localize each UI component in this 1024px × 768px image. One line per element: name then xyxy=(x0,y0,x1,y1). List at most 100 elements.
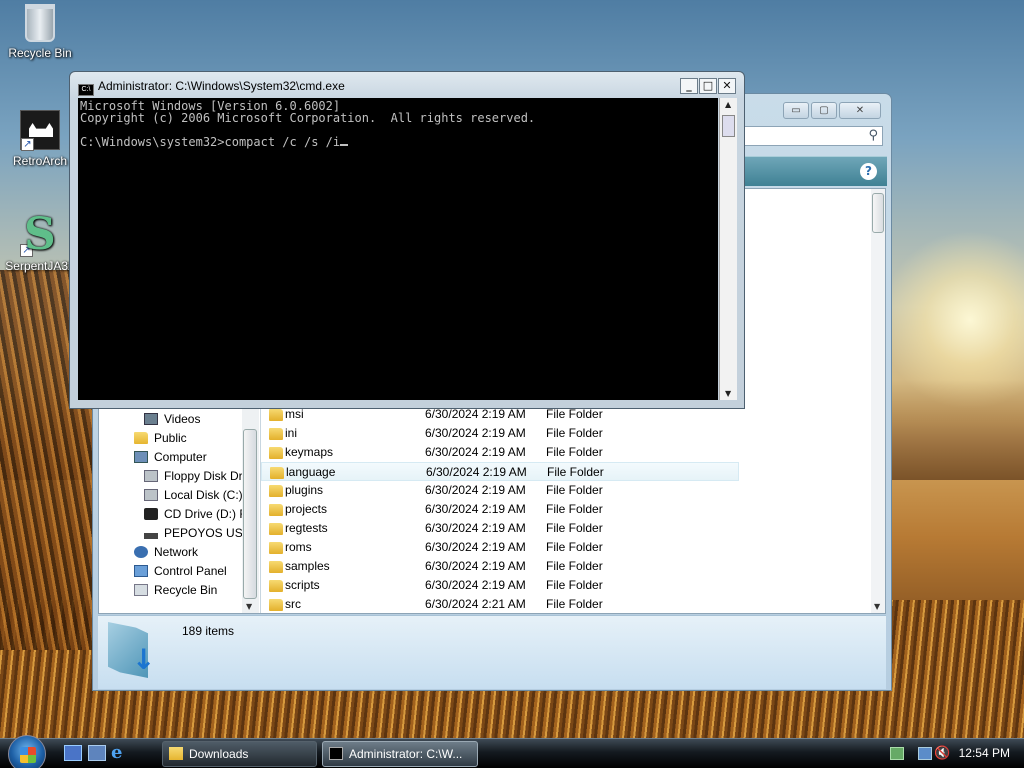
window-controls: ▭ ▢ ✕ xyxy=(783,102,881,119)
minimize-button[interactable]: ▭ xyxy=(783,102,809,119)
scroll-down-icon[interactable]: ▼ xyxy=(725,389,731,398)
file-row[interactable]: src 6/30/2024 2:21 AM File Folder xyxy=(261,595,739,614)
network-icon xyxy=(134,546,148,558)
desktop-icon-label: RetroArch xyxy=(12,154,68,168)
usb-drive-icon xyxy=(144,533,158,539)
file-date: 6/30/2024 2:19 AM xyxy=(425,445,526,459)
file-row[interactable]: samples 6/30/2024 2:19 AM File Folder xyxy=(261,557,739,576)
folder-icon xyxy=(270,467,284,479)
nav-item-label: PEPOYOS USB xyxy=(164,526,242,540)
desktop-icon-recycle-bin[interactable]: Recycle Bin xyxy=(0,4,80,60)
nav-item-local-disk[interactable]: Local Disk (C:) xyxy=(144,486,242,505)
file-name: ini xyxy=(285,426,298,440)
nav-item-control-panel[interactable]: Control Panel xyxy=(134,562,227,581)
console-prompt-line: C:\Windows\system32>compact /c /s /i xyxy=(80,136,716,148)
close-button[interactable]: ✕ xyxy=(839,102,881,119)
network-status-icon[interactable] xyxy=(918,747,932,760)
folder-icon xyxy=(269,447,283,459)
desktop-icon-retroarch[interactable]: ↗ RetroArch xyxy=(0,110,80,168)
maximize-button[interactable]: ▢ xyxy=(811,102,837,119)
hard-disk-icon xyxy=(144,489,158,501)
file-date: 6/30/2024 2:19 AM xyxy=(426,465,527,479)
file-row[interactable]: keymaps 6/30/2024 2:19 AM File Folder xyxy=(261,443,739,462)
start-button[interactable] xyxy=(8,735,46,768)
file-row[interactable]: roms 6/30/2024 2:19 AM File Folder xyxy=(261,538,739,557)
scrollbar-thumb[interactable] xyxy=(872,193,884,233)
nav-item-label: Recycle Bin xyxy=(154,583,218,597)
nav-item-network[interactable]: Network xyxy=(134,543,198,562)
cmd-window[interactable]: C:\ Administrator: C:\Windows\System32\cm… xyxy=(69,71,745,409)
folder-icon xyxy=(269,504,283,516)
file-row[interactable]: language 6/30/2024 2:19 AM File Folder xyxy=(261,462,739,481)
file-date: 6/30/2024 2:19 AM xyxy=(425,502,526,516)
file-name: regtests xyxy=(285,521,328,535)
scroll-down-icon[interactable]: ▼ xyxy=(874,602,880,611)
cmd-icon xyxy=(329,747,343,760)
text-cursor xyxy=(340,136,349,146)
nav-item-usb[interactable]: PEPOYOS USB xyxy=(144,524,242,543)
scrollbar-thumb[interactable] xyxy=(243,429,257,599)
taskbar-button-label: Downloads xyxy=(189,747,249,761)
desktop-icon-label: Recycle Bin xyxy=(8,46,72,60)
taskbar: e Downloads Administrator: C:\W... 🔇 12:… xyxy=(0,735,1024,768)
nav-item-recycle-bin[interactable]: Recycle Bin xyxy=(134,581,217,600)
show-desktop-icon[interactable] xyxy=(64,745,82,761)
nav-item-public[interactable]: Public xyxy=(134,429,187,448)
file-name: projects xyxy=(285,502,328,516)
scroll-down-icon[interactable]: ▼ xyxy=(246,602,252,611)
file-name: roms xyxy=(285,540,312,554)
control-panel-icon xyxy=(134,565,148,577)
desktop-icon-label: SerpentJA32 xyxy=(5,259,75,273)
nav-item-floppy[interactable]: Floppy Disk Dr xyxy=(144,467,242,486)
file-date: 6/30/2024 2:19 AM xyxy=(425,578,526,592)
file-type: File Folder xyxy=(547,465,604,479)
nav-item-label: Control Panel xyxy=(154,564,227,578)
safely-remove-hardware-icon[interactable] xyxy=(890,747,904,760)
search-icon[interactable]: ⚲ xyxy=(868,128,878,143)
folder-icon xyxy=(269,599,283,611)
file-scrollbar[interactable]: ▼ xyxy=(871,189,885,613)
download-arrow-icon: ↓ xyxy=(132,643,156,676)
help-icon[interactable]: ? xyxy=(860,163,877,180)
taskbar-button-cmd[interactable]: Administrator: C:\W... xyxy=(322,741,478,767)
file-type: File Folder xyxy=(546,540,603,554)
nav-item-cd-drive[interactable]: CD Drive (D:) R xyxy=(144,505,242,524)
taskbar-button-downloads[interactable]: Downloads xyxy=(162,741,317,767)
minimize-button[interactable]: _ xyxy=(680,78,698,94)
taskbar-button-label: Administrator: C:\W... xyxy=(349,747,463,761)
cmd-titlebar[interactable]: C:\ Administrator: C:\Windows\System32\cm… xyxy=(78,77,345,96)
folder-icon xyxy=(269,542,283,554)
close-button[interactable]: ✕ xyxy=(718,78,736,94)
nav-item-computer[interactable]: Computer xyxy=(134,448,207,467)
serpent-icon: ↗ xyxy=(20,209,60,260)
scrollbar-thumb[interactable] xyxy=(722,115,735,137)
nav-item-label: Public xyxy=(154,431,187,445)
console-output[interactable]: Microsoft Windows [Version 6.0.6002] Copy… xyxy=(78,98,718,400)
shortcut-arrow-icon: ↗ xyxy=(21,138,34,151)
file-row[interactable]: projects 6/30/2024 2:19 AM File Folder xyxy=(261,500,739,519)
cmd-scrollbar[interactable]: ▲ ▼ xyxy=(719,98,737,400)
file-row[interactable]: regtests 6/30/2024 2:19 AM File Folder xyxy=(261,519,739,538)
internet-explorer-icon[interactable]: e xyxy=(111,744,129,762)
file-row[interactable]: plugins 6/30/2024 2:19 AM File Folder xyxy=(261,481,739,500)
retroarch-icon: ↗ xyxy=(20,110,60,151)
desktop-icon-serpentja32[interactable]: ↗ SerpentJA32 xyxy=(0,209,80,273)
nav-item-label: Network xyxy=(154,545,199,559)
file-type: File Folder xyxy=(546,445,603,459)
volume-muted-icon[interactable]: 🔇 xyxy=(934,747,950,760)
file-name: keymaps xyxy=(285,445,334,459)
folder-icon xyxy=(269,485,283,497)
search-input[interactable]: ⚲ xyxy=(743,126,883,146)
maximize-button[interactable]: □ xyxy=(699,78,717,94)
file-row[interactable]: scripts 6/30/2024 2:19 AM File Folder xyxy=(261,576,739,595)
cd-drive-icon xyxy=(144,508,158,520)
details-pane: ↓ 189 items xyxy=(98,615,886,689)
file-name: samples xyxy=(285,559,330,573)
switch-windows-icon[interactable] xyxy=(88,745,106,761)
nav-item-videos[interactable]: Videos xyxy=(144,410,200,429)
scroll-up-icon[interactable]: ▲ xyxy=(725,100,731,109)
file-row[interactable]: ini 6/30/2024 2:19 AM File Folder xyxy=(261,424,739,443)
file-type: File Folder xyxy=(546,502,603,516)
clock[interactable]: 12:54 PM xyxy=(959,746,1010,760)
file-date: 6/30/2024 2:19 AM xyxy=(425,540,526,554)
